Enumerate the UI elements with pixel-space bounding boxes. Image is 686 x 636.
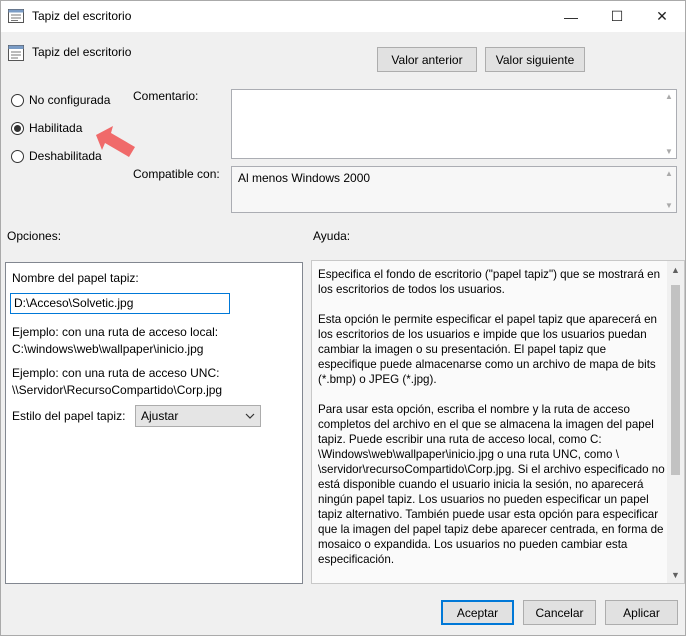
next-setting-button[interactable]: Valor siguiente <box>485 47 585 72</box>
example-unc-label: Ejemplo: con una ruta de acceso UNC: <box>12 366 220 380</box>
wallpaper-name-label: Nombre del papel tapiz: <box>12 271 139 285</box>
help-paragraph: Especifica el fondo de escritorio ("pape… <box>318 268 661 296</box>
wallpaper-path-input[interactable]: D:\Acceso\Solvetic.jpg <box>10 293 230 314</box>
example-local-path: C:\windows\web\wallpaper\inicio.jpg <box>12 342 204 356</box>
apply-button[interactable]: Aplicar <box>605 600 678 625</box>
example-unc-path: \\Servidor\RecursoCompartido\Corp.jpg <box>12 383 223 397</box>
radio-label: Habilitada <box>29 121 83 135</box>
title-bar[interactable]: Tapiz del escritorio — ☐ ✕ <box>1 1 685 32</box>
minimize-button[interactable]: — <box>548 1 594 32</box>
help-text: Especifica el fondo de escritorio ("pape… <box>318 267 666 582</box>
comment-textarea[interactable]: ▲ ▼ <box>231 89 677 159</box>
radio-circle[interactable] <box>11 121 24 135</box>
scroll-down-icon: ▼ <box>665 201 673 210</box>
textarea-scroll[interactable]: ▲ ▼ <box>664 169 674 210</box>
wallpaper-style-select[interactable]: Ajustar <box>135 405 261 427</box>
policy-icon <box>8 45 24 61</box>
previous-setting-button[interactable]: Valor anterior <box>377 47 477 72</box>
scroll-down-icon[interactable]: ▼ <box>667 566 684 583</box>
dialog-window: Tapiz del escritorio — ☐ ✕ Tapiz del esc… <box>0 0 686 636</box>
scroll-thumb[interactable] <box>671 285 680 475</box>
wallpaper-style-label: Estilo del papel tapiz: <box>12 409 126 423</box>
cancel-button[interactable]: Cancelar <box>523 600 596 625</box>
example-local-label: Ejemplo: con una ruta de acceso local: <box>12 325 219 339</box>
compatible-value: Al menos Windows 2000 <box>238 171 371 185</box>
options-section-label: Opciones: <box>7 229 62 243</box>
help-panel: Especifica el fondo de escritorio ("pape… <box>311 260 685 584</box>
comment-label: Comentario: <box>133 89 199 103</box>
close-button[interactable]: ✕ <box>639 1 685 32</box>
radio-enabled[interactable]: Habilitada <box>11 121 82 135</box>
scroll-up-icon[interactable]: ▲ <box>667 261 684 278</box>
compatible-textarea: Al menos Windows 2000 ▲ ▼ <box>231 166 677 213</box>
compatible-label: Compatible con: <box>133 167 220 181</box>
radio-label: Deshabilitada <box>29 149 102 163</box>
radio-disabled[interactable]: Deshabilitada <box>11 149 102 163</box>
scroll-up-icon: ▲ <box>665 169 673 178</box>
policy-name: Tapiz del escritorio <box>32 45 132 59</box>
help-paragraph: Para usar esta opción, escriba el nombre… <box>318 403 665 566</box>
close-icon: ✕ <box>656 8 668 24</box>
help-scrollbar[interactable]: ▲ ▼ <box>667 261 684 583</box>
annotation-arrow-icon <box>96 126 135 157</box>
maximize-icon: ☐ <box>610 8 624 24</box>
textarea-scroll[interactable]: ▲ ▼ <box>664 92 674 156</box>
scroll-up-icon: ▲ <box>665 92 673 101</box>
accept-button[interactable]: Aceptar <box>441 600 514 625</box>
window-title: Tapiz del escritorio <box>32 9 132 23</box>
maximize-button[interactable]: ☐ <box>594 1 640 32</box>
radio-circle[interactable] <box>11 149 24 163</box>
minimize-icon: — <box>564 8 578 25</box>
help-section-label: Ayuda: <box>313 229 351 243</box>
chevron-down-icon <box>245 413 255 419</box>
policy-icon <box>8 9 24 23</box>
scroll-down-icon: ▼ <box>665 147 673 156</box>
radio-label: No configurada <box>29 93 111 107</box>
radio-not-configured[interactable]: No configurada <box>11 93 110 107</box>
options-panel: Nombre del papel tapiz: D:\Acceso\Solvet… <box>5 262 303 584</box>
wallpaper-style-value: Ajustar <box>141 409 179 423</box>
radio-circle[interactable] <box>11 93 24 107</box>
help-paragraph: Esta opción le permite especificar el pa… <box>318 313 657 386</box>
